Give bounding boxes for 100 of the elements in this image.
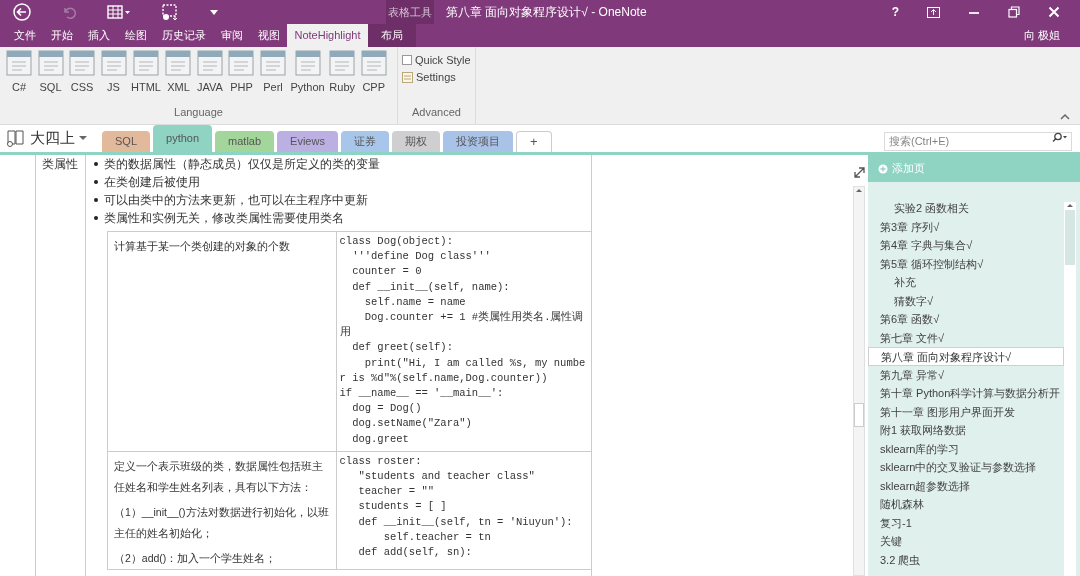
page-list-item[interactable]: 第3章 序列√	[868, 217, 1064, 236]
code-file-icon	[360, 50, 387, 76]
code-file-icon	[69, 50, 95, 76]
collapse-ribbon-icon[interactable]	[1060, 113, 1070, 120]
code-file-icon	[228, 50, 255, 76]
page-list-item[interactable]: sklearn中的交叉验证与参数选择	[868, 458, 1064, 477]
ribbon-tab[interactable]: 视图	[250, 24, 287, 47]
page-list-item[interactable]: sklearn库的学习	[868, 439, 1064, 458]
code-line: dog = Dog()	[351, 401, 423, 417]
language-button[interactable]: JAVA	[195, 50, 224, 96]
window-title: 第八章 面向对象程序设计√ - OneNote	[446, 4, 648, 21]
ribbon-tab[interactable]: 布局	[368, 24, 417, 47]
code-file-icon	[6, 50, 32, 76]
ribbon-tab[interactable]: NoteHighlight	[287, 24, 369, 47]
ribbon-tab[interactable]: 文件	[6, 24, 43, 47]
code-line: def __init__(self, tn = 'Niuyun'):	[357, 514, 574, 530]
contextual-tab-label: 表格工具	[386, 0, 434, 24]
language-button[interactable]: HTML	[131, 50, 161, 96]
section-tab[interactable]: SQL	[102, 131, 150, 152]
caret-icon[interactable]	[209, 7, 219, 17]
page-list-item[interactable]: 关键	[868, 532, 1064, 551]
language-button[interactable]: Ruby	[328, 50, 357, 96]
language-button[interactable]: CSS	[68, 50, 96, 96]
scrollbar-thumb[interactable]	[854, 403, 864, 427]
page-list-item[interactable]: 附1 获取网络数据	[868, 421, 1064, 440]
page-list-item[interactable]: 补充	[868, 273, 1064, 292]
language-button[interactable]: Perl	[258, 50, 287, 96]
outline-term: 类属性	[36, 155, 86, 576]
code-line: def __init__(self, name):	[351, 279, 511, 295]
bullet-text: 类属性和实例无关，修改类属性需要使用类名	[94, 209, 591, 227]
checkbox[interactable]	[402, 55, 412, 65]
language-button[interactable]: XML	[164, 50, 193, 96]
language-button[interactable]: CPP	[359, 50, 388, 96]
page-list-item[interactable]: 猜数字√	[868, 291, 1064, 310]
quick-style-checkbox[interactable]: Quick Style	[402, 51, 475, 69]
language-button[interactable]: JS	[99, 50, 128, 96]
notebook-icon[interactable]	[6, 129, 26, 147]
scrollbar[interactable]	[853, 186, 865, 576]
scrollbar-thumb[interactable]	[1065, 210, 1075, 265]
section-tab[interactable]: python	[153, 125, 213, 152]
restore-icon[interactable]	[1008, 6, 1020, 18]
page-list-item[interactable]: 复习-1	[868, 513, 1064, 532]
caret-icon[interactable]	[79, 135, 87, 141]
page-list-item[interactable]: 第4章 字典与集合√	[868, 236, 1064, 255]
group-label: Language	[173, 104, 224, 120]
code-line: self.name = name	[363, 294, 467, 310]
code-line: '''define Dog class'''	[351, 249, 492, 265]
settings-button[interactable]: Settings	[402, 69, 475, 85]
language-button[interactable]: C#	[5, 50, 33, 96]
language-button[interactable]: PHP	[227, 50, 256, 96]
ribbon-tab[interactable]: 审阅	[213, 24, 250, 47]
section-tab[interactable]: 证券	[340, 131, 389, 152]
page-list-item[interactable]: 随机森林	[868, 495, 1064, 514]
section-tab[interactable]: 投资项目	[442, 131, 513, 152]
page-list-item[interactable]: 第九章 异常√	[868, 365, 1064, 384]
code-line: dog.setName("Zara")	[351, 416, 473, 432]
scrollbar[interactable]	[1064, 202, 1076, 576]
code-file-icon	[37, 50, 64, 76]
ribbon-tab[interactable]: 历史记录	[154, 24, 213, 47]
description-text: （1）__init__()方法对数据进行初始化，以班主任的姓名初始化；	[114, 504, 330, 541]
scroll-up-icon[interactable]	[1066, 202, 1074, 208]
page-list-item[interactable]: 第八章 面向对象程序设计√	[868, 347, 1064, 366]
close-icon[interactable]	[1048, 6, 1060, 18]
user-name[interactable]: 向 极姐	[1023, 26, 1080, 47]
description-text: 定义一个表示班级的类，数据属性包括班主任姓名和学生姓名列表，具有以下方法：	[114, 458, 324, 495]
page-list-item[interactable]: 第5章 循环控制结构√	[868, 254, 1064, 273]
page-list-item[interactable]: 第十章 Python科学计算与数据分析开	[868, 384, 1064, 403]
section-tab[interactable]: Eviews	[277, 131, 338, 152]
ribbon-tab[interactable]: 插入	[80, 24, 117, 47]
ribbon-tab[interactable]: 开始	[43, 24, 80, 47]
settings-icon	[402, 71, 413, 83]
code-line: teacher = ""	[357, 484, 436, 500]
section-tab[interactable]: 期权	[391, 131, 440, 152]
page-list-item[interactable]: 第七章 文件√	[868, 328, 1064, 347]
fullscreen-icon[interactable]	[927, 6, 940, 18]
search-icon[interactable]	[1052, 132, 1068, 143]
section-tab[interactable]: matlab	[215, 131, 275, 152]
code-line: self.teacher = tn	[382, 529, 492, 545]
page-list-item[interactable]: 第6章 函数√	[868, 310, 1064, 329]
back-icon[interactable]	[13, 3, 31, 21]
table-icon[interactable]	[107, 4, 131, 20]
section-tab[interactable]: +	[515, 131, 552, 152]
expand-icon[interactable]	[853, 167, 865, 178]
page-list-item[interactable]: 第十一章 图形用户界面开发	[868, 402, 1064, 421]
code-line: class roster:	[339, 453, 423, 469]
notebook-name[interactable]: 大四上	[30, 126, 75, 150]
description-text: 计算基于某一个类创建的对象的个数	[114, 239, 291, 254]
page-list-item[interactable]: 实验2 函数相关	[868, 199, 1064, 218]
search-field[interactable]: 搜索(Ctrl+E)	[884, 131, 1072, 151]
group-label: Advanced	[411, 104, 462, 120]
screen-clip-icon[interactable]	[161, 3, 179, 21]
page-list-item[interactable]: 3.2 爬虫	[868, 550, 1064, 569]
scroll-up-icon[interactable]	[855, 187, 863, 193]
language-button[interactable]: Python	[290, 50, 325, 96]
help-button[interactable]: ?	[891, 3, 899, 21]
language-button[interactable]: SQL	[36, 50, 65, 96]
ribbon-tab[interactable]: 绘图	[117, 24, 154, 47]
code-file-icon	[196, 50, 223, 76]
page-list-item[interactable]: sklearn超参数选择	[868, 476, 1064, 495]
code-line: counter = 0	[351, 264, 423, 280]
